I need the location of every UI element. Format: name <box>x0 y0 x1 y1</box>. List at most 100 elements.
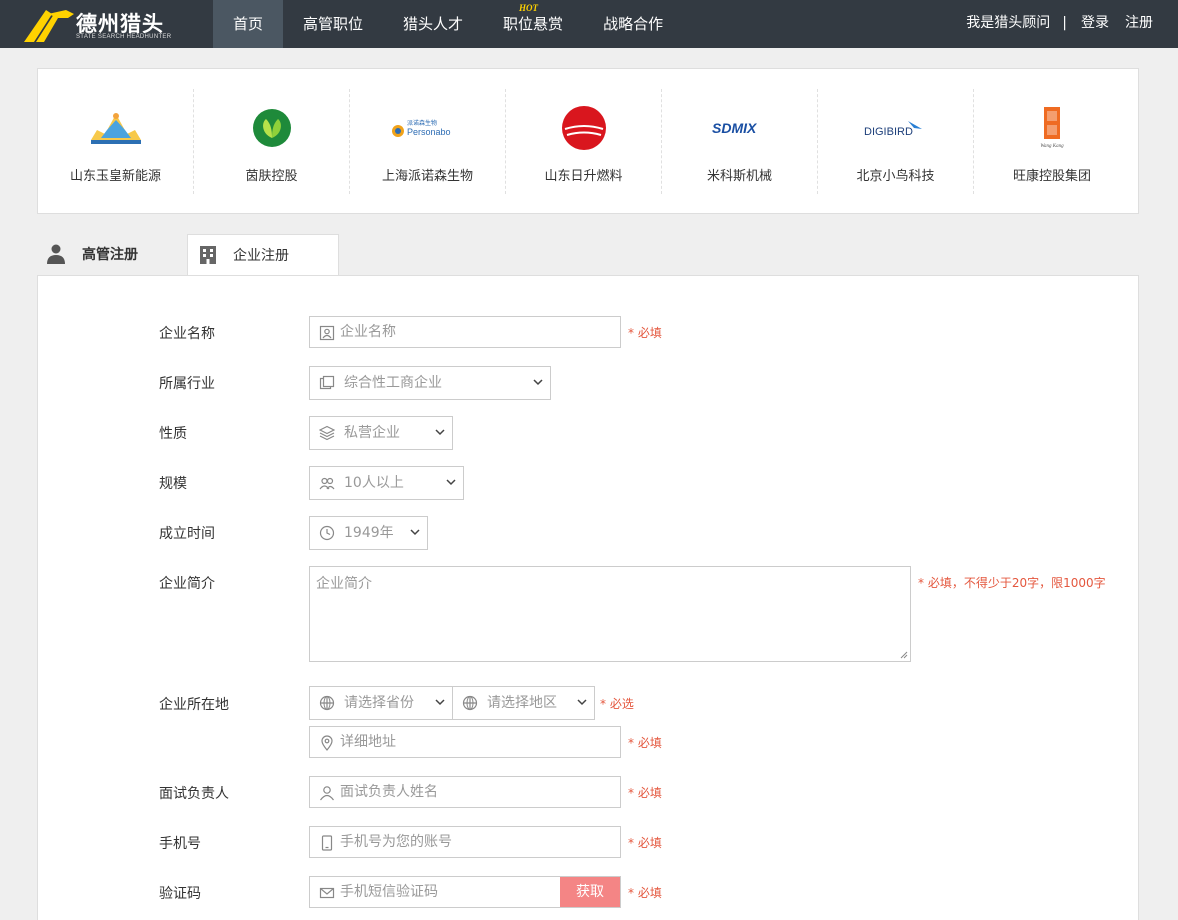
address-required-hint: * 必填 <box>628 736 662 750</box>
globe-icon <box>319 695 335 711</box>
window-icon <box>319 375 335 390</box>
founded-label: 成立时间 <box>159 526 215 542</box>
building-icon <box>200 246 216 264</box>
partner-name: 茵肤控股 <box>245 169 298 184</box>
company-registration-form: 企业名称 企业名称 * 必填 所属行业 综合性工商企业 性质 私营企业 规模 1… <box>37 275 1139 920</box>
id-card-icon <box>319 325 335 341</box>
nav-item-home[interactable]: 首页 <box>213 0 284 48</box>
nature-label: 性质 <box>159 426 187 442</box>
code-placeholder: 手机短信验证码 <box>340 884 438 900</box>
code-required-hint: * 必填 <box>628 886 662 900</box>
company-intro-textarea[interactable]: 企业简介 <box>309 566 911 662</box>
wangkang-logo-icon: Wang Kang <box>1040 107 1064 149</box>
nav-item-executive-positions[interactable]: 高管职位 <box>283 0 383 48</box>
phone-input[interactable]: 手机号为您的账号 <box>309 826 621 858</box>
mobile-phone-icon <box>321 835 333 851</box>
hot-badge: HOT <box>519 3 539 13</box>
company-name-placeholder: 企业名称 <box>340 324 396 340</box>
phone-label: 手机号 <box>159 836 201 852</box>
company-name-input[interactable]: 企业名称 <box>309 316 621 348</box>
partner-card[interactable]: Wang Kang 旺康控股集团 <box>974 89 1130 194</box>
location-label: 企业所在地 <box>159 697 229 713</box>
clock-icon <box>319 525 335 541</box>
scale-label: 规模 <box>159 476 187 492</box>
sdmix-logo-text: SDMIX <box>712 120 758 136</box>
address-placeholder: 详细地址 <box>340 734 396 750</box>
partner-card[interactable]: 山东日升燃料 <box>506 89 662 194</box>
chevron-down-icon <box>435 699 445 706</box>
industry-value: 综合性工商企业 <box>344 375 442 391</box>
map-pin-icon <box>321 735 333 751</box>
sdmix-logo-icon: SDMIX <box>712 120 758 136</box>
yuhuang-logo-icon <box>90 113 141 144</box>
partner-card[interactable]: SDMIX 米科斯机械 <box>662 89 818 194</box>
chevron-down-icon <box>533 379 543 386</box>
chevron-down-icon <box>446 479 456 486</box>
nav-item-headhunter-talent[interactable]: 猎头人才 <box>383 0 483 48</box>
person-icon <box>47 244 65 264</box>
partner-card[interactable]: 茵肤控股 <box>194 89 350 194</box>
registration-tabs: 高管注册 企业注册 <box>37 234 1139 277</box>
region-select[interactable]: 请选择地区 <box>452 686 595 720</box>
wangkang-logo-text: Wang Kang <box>1040 144 1064 149</box>
address-input[interactable]: 详细地址 <box>309 726 621 758</box>
nav-item-strategic-cooperation[interactable]: 战略合作 <box>583 0 683 48</box>
nature-select[interactable]: 私营企业 <box>309 416 453 450</box>
account-links: 我是猎头顾问 | 登录 注册 <box>966 0 1153 48</box>
personabo-logo-cn: 派诺森生物 <box>407 119 437 127</box>
link-separator: | <box>1062 15 1067 31</box>
tab-company-label: 企业注册 <box>233 248 289 264</box>
sms-code-input[interactable]: 手机短信验证码 获取 <box>309 876 621 908</box>
leaf-logo-icon <box>252 109 291 147</box>
top-navigation-bar: 德州猎头 STATE SEARCH HEADHUNTER 首页 高管职位 猎头人… <box>0 0 1178 48</box>
digibird-logo-icon: DIGIBIRD <box>864 121 922 138</box>
company-name-label: 企业名称 <box>159 326 215 342</box>
partner-name: 上海派诺森生物 <box>381 169 473 184</box>
site-logo[interactable]: 德州猎头 STATE SEARCH HEADHUNTER <box>24 6 174 44</box>
interviewer-name-input[interactable]: 面试负责人姓名 <box>309 776 621 808</box>
partner-name: 旺康控股集团 <box>1012 169 1091 184</box>
partner-card[interactable]: 山东玉皇新能源 <box>38 89 194 194</box>
login-link[interactable]: 登录 <box>1081 0 1109 48</box>
province-select[interactable]: 请选择省份 <box>309 686 453 720</box>
tab-executive-registration[interactable]: 高管注册 <box>37 234 187 276</box>
main-nav: 首页 高管职位 猎头人才 职位悬赏 HOT 战略合作 <box>213 0 683 48</box>
scale-value: 10人以上 <box>344 475 404 491</box>
layers-icon <box>319 425 335 441</box>
interviewer-placeholder: 面试负责人姓名 <box>340 784 438 800</box>
tab-company-registration[interactable]: 企业注册 <box>187 234 339 277</box>
sun-logo-icon <box>561 106 606 150</box>
nav-item-job-rewards-label: 职位悬赏 <box>503 15 564 33</box>
globe-icon <box>462 695 478 711</box>
founded-year-select[interactable]: 1949年 <box>309 516 428 550</box>
personabo-logo-icon: 派诺森生物 Personabo <box>391 119 450 137</box>
code-label: 验证码 <box>159 886 201 902</box>
industry-select[interactable]: 综合性工商企业 <box>309 366 551 400</box>
required-hint: * 必填 <box>628 326 662 340</box>
intro-required-hint: * 必填，不得少于20字，限1000字 <box>918 576 1106 590</box>
interviewer-label: 面试负责人 <box>159 786 229 802</box>
resize-grip-icon[interactable] <box>900 651 908 659</box>
headhunter-consultant-link[interactable]: 我是猎头顾问 <box>966 0 1050 48</box>
partner-card[interactable]: 派诺森生物 Personabo 上海派诺森生物 <box>350 89 506 194</box>
user-icon <box>320 786 334 801</box>
phone-required-hint: * 必填 <box>628 836 662 850</box>
partner-name: 米科斯机械 <box>706 169 772 184</box>
register-link[interactable]: 注册 <box>1125 0 1153 48</box>
interviewer-required-hint: * 必填 <box>628 786 662 800</box>
users-icon <box>319 477 335 490</box>
envelope-icon <box>319 887 335 899</box>
region-value: 请选择地区 <box>487 695 557 711</box>
chevron-down-icon <box>410 529 420 536</box>
scale-select[interactable]: 10人以上 <box>309 466 464 500</box>
partner-card[interactable]: DIGIBIRD 北京小鸟科技 <box>818 89 974 194</box>
industry-label: 所属行业 <box>159 376 215 392</box>
location-required-hint: * 必选 <box>600 697 634 711</box>
get-code-button[interactable]: 获取 <box>560 877 620 907</box>
partner-name: 山东日升燃料 <box>544 169 623 184</box>
chevron-down-icon <box>577 699 587 706</box>
founded-value: 1949年 <box>344 525 394 541</box>
logo-subtitle: STATE SEARCH HEADHUNTER <box>76 34 172 40</box>
logo-mark-icon <box>24 10 74 42</box>
nav-item-job-rewards[interactable]: 职位悬赏 HOT <box>483 0 583 48</box>
